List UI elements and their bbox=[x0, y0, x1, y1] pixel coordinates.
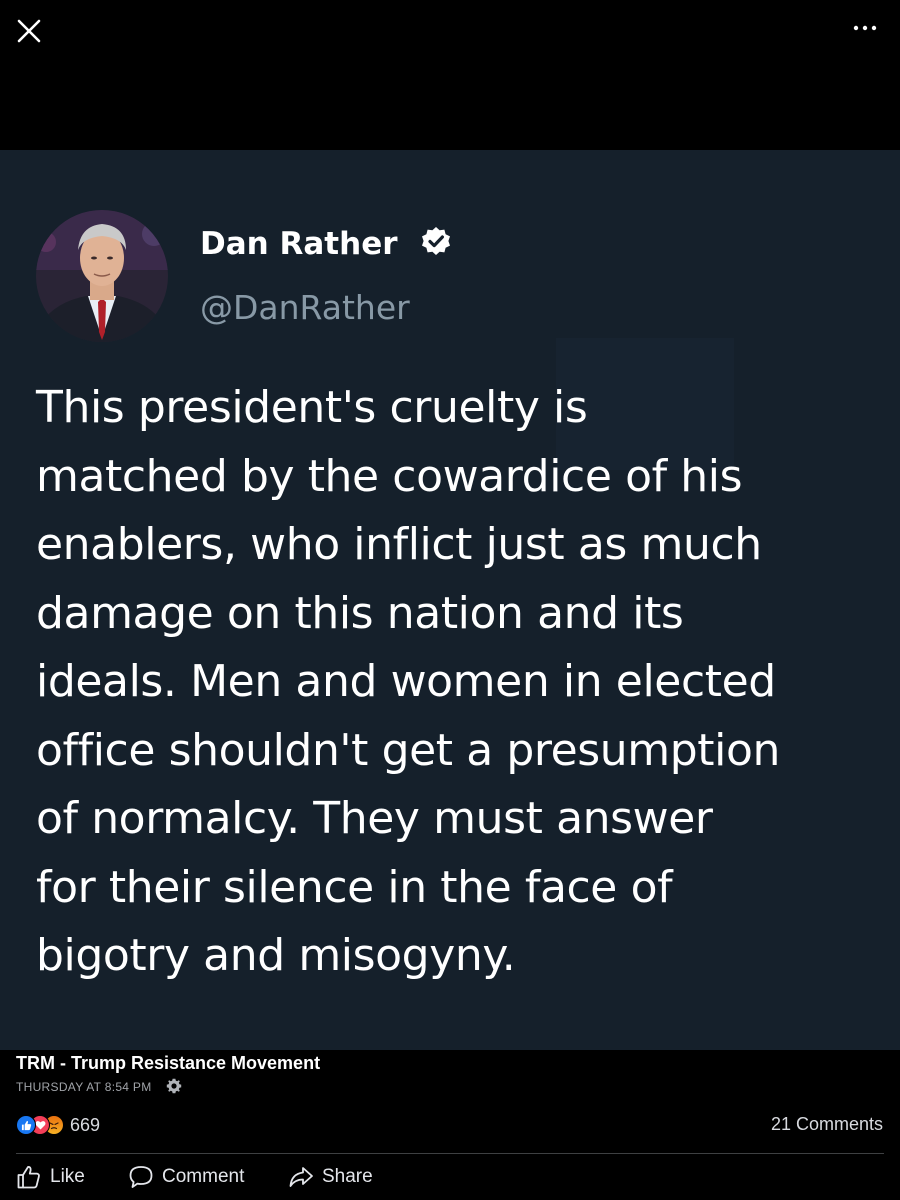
avatar bbox=[36, 210, 168, 342]
tweet-text-line: This president's cruelty is bbox=[36, 382, 588, 433]
close-icon bbox=[17, 19, 41, 43]
post-info-panel: TRM - Trump Resistance Movement THURSDAY… bbox=[0, 1050, 900, 1200]
close-button[interactable] bbox=[14, 16, 44, 46]
comments-count-link[interactable]: 21 Comments bbox=[771, 1114, 883, 1135]
tweet-text-line: matched by the cowardice of his bbox=[36, 450, 743, 502]
tweet-screenshot-image: Dan Rather @DanRather This president's c… bbox=[0, 150, 900, 1050]
more-options-icon bbox=[853, 25, 877, 31]
share-button-label: Share bbox=[322, 1166, 373, 1187]
like-button[interactable]: Like bbox=[16, 1162, 85, 1192]
more-options-button[interactable] bbox=[852, 18, 878, 38]
like-reaction-icon bbox=[16, 1115, 36, 1135]
tweet-text-line: bigotry and misogyny. bbox=[36, 930, 516, 981]
comment-bubble-icon bbox=[129, 1166, 153, 1188]
post-timestamp[interactable]: THURSDAY AT 8:54 PM bbox=[16, 1080, 152, 1094]
tweet-text-line: ideals. Men and women in elected bbox=[36, 656, 776, 707]
tweet-text-line: office shouldn't get a presumption bbox=[36, 724, 780, 776]
like-button-label: Like bbox=[50, 1166, 85, 1187]
gear-icon[interactable] bbox=[166, 1078, 182, 1094]
divider bbox=[16, 1153, 884, 1154]
comment-button[interactable]: Comment bbox=[128, 1162, 244, 1192]
reactions-summary[interactable]: 669 bbox=[16, 1114, 100, 1136]
tweet-author-name: Dan Rather bbox=[200, 226, 452, 262]
reaction-count: 669 bbox=[70, 1114, 101, 1135]
viewer-top-bar bbox=[0, 0, 900, 64]
photo-viewer: Dan Rather @DanRather This president's c… bbox=[0, 0, 900, 1200]
post-action-bar: Like Comment Share bbox=[0, 1162, 900, 1196]
thumbs-up-icon bbox=[17, 1166, 40, 1189]
tweet-text-line: for their silence in the face of bbox=[36, 861, 673, 913]
tweet-text-line: damage on this nation and its bbox=[36, 587, 684, 639]
tweet-author-handle: @DanRather bbox=[200, 288, 410, 327]
tweet-text-line: enablers, who inflict just as much bbox=[36, 519, 762, 570]
tweet-text: This president's cruelty is matched by t… bbox=[36, 374, 884, 991]
author-name-text: Dan Rather bbox=[200, 226, 398, 262]
comment-button-label: Comment bbox=[162, 1166, 245, 1187]
verified-badge-icon bbox=[422, 226, 451, 255]
page-name-link[interactable]: TRM - Trump Resistance Movement bbox=[16, 1053, 320, 1074]
share-arrow-icon bbox=[289, 1167, 313, 1187]
share-button[interactable]: Share bbox=[288, 1162, 373, 1192]
tweet-text-line: of normalcy. They must answer bbox=[36, 793, 713, 844]
